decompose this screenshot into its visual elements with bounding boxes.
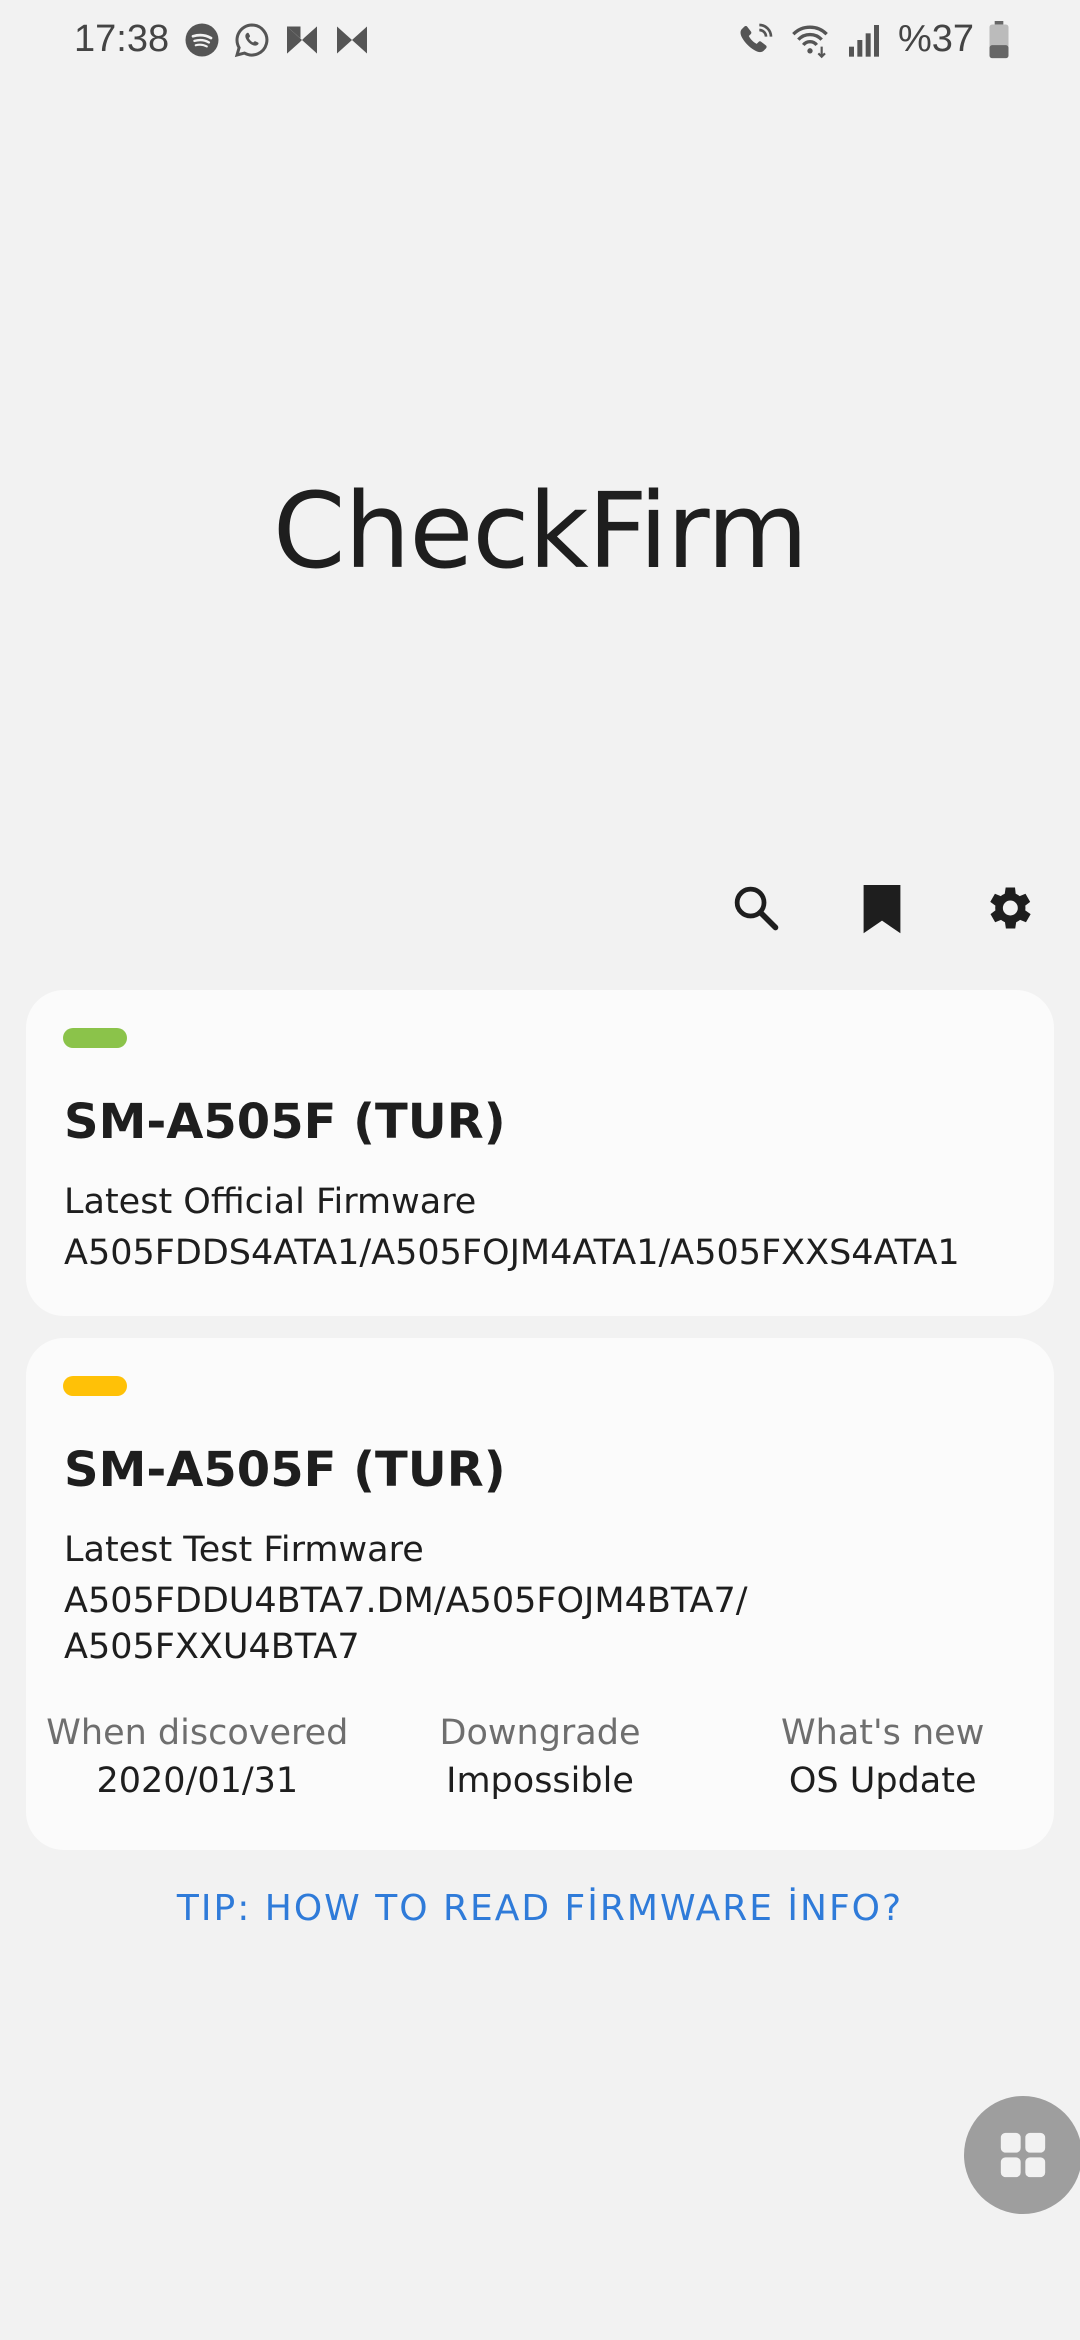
test-firmware-card[interactable]: SM-A505F (TUR) Latest Test Firmware A505… [26, 1338, 1054, 1850]
status-time: 17:38 [74, 18, 170, 60]
discovered-value: 2020/01/31 [96, 1761, 299, 1801]
gear-icon [990, 887, 1031, 929]
discovered-detail: When discovered 2020/01/31 [26, 1710, 369, 1806]
device-model: SM-A505F (TUR) [64, 1094, 506, 1150]
tip-link[interactable]: TIP: HOW TO READ FİRMWARE İNFO? [0, 1888, 1080, 1929]
wifi-call-icon [740, 23, 773, 52]
search-icon [734, 886, 779, 931]
app-title: CheckFirm [272, 470, 808, 592]
bookmark-button[interactable] [846, 872, 918, 944]
whats-new-detail: What's new OS Update [711, 1710, 1054, 1806]
official-status-indicator [63, 1028, 127, 1048]
battery-percentage: %37 [897, 18, 974, 60]
downgrade-value: Impossible [446, 1761, 634, 1801]
toolbar-actions [720, 872, 1044, 944]
whatsapp-icon [234, 23, 269, 58]
battery-icon [989, 20, 1009, 58]
discovered-label: When discovered [46, 1713, 349, 1753]
test-status-indicator [63, 1376, 127, 1396]
whats-new-label: What's new [781, 1713, 985, 1753]
device-model: SM-A505F (TUR) [64, 1442, 506, 1498]
firmware-type-label: Latest Test Firmware [64, 1530, 424, 1570]
firmware-version: A505FDDU4BTA7.DM/A505FOJM4BTA7/ A505FXXU… [64, 1581, 748, 1667]
wifi-icon [792, 25, 828, 58]
firmware-type-label: Latest Official Firmware [64, 1182, 477, 1222]
downgrade-detail: Downgrade Impossible [369, 1710, 712, 1806]
search-button[interactable] [720, 872, 792, 944]
downgrade-label: Downgrade [439, 1713, 641, 1753]
bookmark-icon [863, 885, 901, 934]
bowtie-icon [337, 26, 367, 54]
official-firmware-card[interactable]: SM-A505F (TUR) Latest Official Firmware … [26, 990, 1054, 1316]
firmware-details: When discovered 2020/01/31 Downgrade Imp… [26, 1710, 1054, 1806]
bowtie-icon [287, 26, 317, 54]
firmware-version: A505FDDS4ATA1/A505FOJM4ATA1/A505FXXS4ATA… [64, 1233, 960, 1273]
notification-icons [184, 22, 370, 58]
status-bar: 17:38 %37 [0, 0, 1080, 84]
spotify-icon [185, 23, 219, 57]
settings-button[interactable] [972, 872, 1044, 944]
system-icons: %37 [736, 18, 1010, 61]
whats-new-value: OS Update [788, 1761, 977, 1801]
signal-icon [848, 24, 879, 57]
menu-fab[interactable] [964, 2096, 1080, 2214]
grid-icon [1000, 2132, 1046, 2178]
